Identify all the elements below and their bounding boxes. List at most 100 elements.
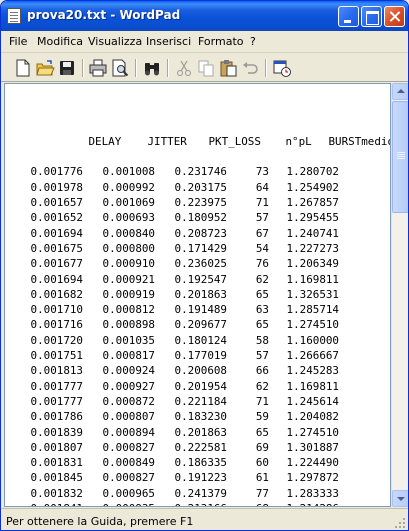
table-row: 0.001720 0.001035 0.180124 58 1.160000 [11, 333, 390, 348]
cell-delay: 0.001652 [30, 211, 83, 225]
cell-pkt-loss: 0.191223 [174, 471, 227, 485]
cell-jitter: 0.000927 [102, 379, 155, 393]
cell-jitter: 0.000840 [102, 226, 155, 240]
cell-delay: 0.001675 [30, 241, 83, 255]
menu-formato[interactable]: Formato [198, 35, 244, 48]
cell-burst-medio: 1.169811 [286, 272, 339, 286]
toolbar-separator [167, 59, 168, 77]
cell-npl: 58 [255, 333, 269, 347]
table-row: 0.001978 0.000992 0.203175 64 1.254902 [11, 180, 390, 195]
cell-jitter: 0.000693 [102, 211, 155, 225]
maximize-button[interactable] [361, 6, 382, 27]
cell-npl: 67 [255, 226, 269, 240]
table-row: 0.001716 0.000898 0.209677 65 1.274510 [11, 317, 390, 332]
close-button[interactable] [384, 6, 405, 27]
menu-inserisci[interactable]: Inserisci [146, 35, 191, 48]
cell-delay: 0.001845 [30, 471, 83, 485]
menu-visualizza[interactable]: Visualizza [88, 35, 142, 48]
table-row: 0.001813 0.000924 0.200608 66 1.245283 [11, 363, 390, 378]
cell-delay: 0.001777 [30, 394, 83, 408]
status-bar: Per ottenere la Guida, premere F1 [1, 508, 408, 530]
scroll-down-arrow-icon[interactable] [392, 490, 408, 507]
new-document-icon[interactable] [13, 58, 33, 78]
copy-icon[interactable] [196, 58, 216, 78]
minimize-button[interactable] [338, 6, 359, 27]
cell-jitter: 0.000807 [102, 410, 155, 424]
cell-npl: 62 [255, 272, 269, 286]
cell-npl: 63 [255, 303, 269, 317]
cell-burst-medio: 1.214286 [269, 501, 339, 506]
table-row: 0.001675 0.000800 0.171429 54 1.227273 [11, 241, 390, 256]
cell-burst-medio: 1.295455 [286, 211, 339, 225]
table-row: 0.001786 0.000807 0.183230 59 1.204082 [11, 409, 390, 424]
cell-npl: 68 [227, 501, 269, 506]
cell-pkt-loss: 0.191489 [174, 303, 227, 317]
cell-burst-medio: 1.204082 [286, 410, 339, 424]
table-row: 0.001694 0.000840 0.208723 67 1.240741 [11, 226, 390, 241]
cell-burst-medio: 1.274510 [286, 425, 339, 439]
header-burst-medio: BURSTmedio [328, 134, 391, 148]
cell-npl: 69 [255, 440, 269, 454]
cell-pkt-loss: 0.231746 [174, 165, 227, 179]
cell-jitter: 0.000898 [102, 318, 155, 332]
scrollbar-thumb[interactable] [392, 101, 408, 213]
status-text: Per ottenere la Guida, premere F1 [6, 515, 194, 528]
table-row: 0.001776 0.001008 0.231746 73 1.280702 [11, 164, 390, 179]
print-icon[interactable] [88, 58, 108, 78]
table-row: 0.0018410.0009350.213166681.214286 [11, 501, 390, 506]
menu-help[interactable]: ? [250, 35, 256, 48]
cell-burst-medio: 1.283333 [286, 486, 339, 500]
cell-delay: 0.001716 [30, 318, 83, 332]
title-bar[interactable]: prova20.txt - WordPad [1, 1, 408, 31]
document-text-area[interactable]: DELAY JITTER PKT_LOSS n°pL BURSTmedio 0.0017… [4, 83, 391, 507]
cell-delay: 0.001841 [11, 501, 83, 506]
scroll-up-arrow-icon[interactable] [392, 83, 408, 100]
table-row: 0.001694 0.000921 0.192547 62 1.169811 [11, 272, 390, 287]
cell-pkt-loss: 0.180952 [174, 211, 227, 225]
resize-grip-icon[interactable] [394, 517, 406, 529]
cell-npl: 62 [255, 379, 269, 393]
cell-burst-medio: 1.160000 [286, 333, 339, 347]
table-row: 0.001831 0.000849 0.186335 60 1.224490 [11, 455, 390, 470]
print-preview-icon[interactable] [110, 58, 130, 78]
cell-pkt-loss: 0.201863 [174, 425, 227, 439]
vertical-scrollbar[interactable] [391, 83, 408, 507]
find-binoculars-icon[interactable] [142, 58, 162, 78]
wordpad-document-icon[interactable] [7, 8, 21, 24]
cell-burst-medio: 1.245614 [286, 394, 339, 408]
cell-burst-medio: 1.224490 [286, 456, 339, 470]
cell-delay: 0.001813 [30, 364, 83, 378]
toolbar-separator [265, 59, 266, 77]
menu-modifica[interactable]: Modifica [37, 35, 83, 48]
cut-scissors-icon[interactable] [174, 58, 194, 78]
cell-jitter: 0.000924 [102, 364, 155, 378]
cell-npl: 77 [255, 486, 269, 500]
menu-bar: File Modifica Visualizza Inserisci Forma… [1, 31, 408, 53]
undo-icon[interactable] [240, 58, 260, 78]
menu-file[interactable]: File [9, 35, 27, 48]
cell-burst-medio: 1.285714 [286, 303, 339, 317]
open-folder-icon[interactable] [35, 58, 55, 78]
cell-npl: 60 [255, 456, 269, 470]
insert-date-time-icon[interactable] [272, 58, 292, 78]
table-row: 0.001652 0.000693 0.180952 57 1.295455 [11, 210, 390, 225]
cell-delay: 0.001786 [30, 410, 83, 424]
cell-jitter: 0.000872 [102, 394, 155, 408]
cell-npl: 65 [255, 425, 269, 439]
cell-delay: 0.001751 [30, 349, 83, 363]
cell-delay: 0.001677 [30, 257, 83, 271]
cell-npl: 71 [255, 394, 269, 408]
cell-pkt-loss: 0.186335 [174, 456, 227, 470]
cell-pkt-loss: 0.209677 [174, 318, 227, 332]
table-row: 0.001839 0.000894 0.201863 65 1.274510 [11, 425, 390, 440]
cell-pkt-loss: 0.221184 [174, 394, 227, 408]
cell-delay: 0.001694 [30, 226, 83, 240]
wordpad-window: prova20.txt - WordPad File Modifica Visu… [0, 0, 409, 531]
cell-delay: 0.001777 [30, 379, 83, 393]
save-disk-icon[interactable] [57, 58, 77, 78]
table-row: 0.001807 0.000827 0.222581 69 1.301887 [11, 440, 390, 455]
paste-clipboard-icon[interactable] [218, 58, 238, 78]
cell-delay: 0.001831 [30, 456, 83, 470]
table-row: 0.001777 0.000872 0.221184 71 1.245614 [11, 394, 390, 409]
table-row: 0.001845 0.000827 0.191223 61 1.297872 [11, 470, 390, 485]
